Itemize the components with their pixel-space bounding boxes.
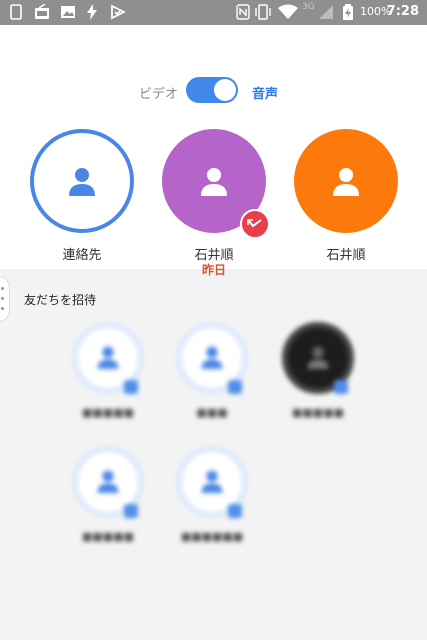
nfc-icon	[236, 4, 252, 20]
app-badge-icon	[334, 380, 348, 394]
image-notification-icon	[60, 4, 76, 20]
app-badge-icon	[124, 504, 138, 518]
network-type: 3G	[302, 2, 315, 12]
battery-charging-icon	[342, 4, 354, 20]
contacts-avatar[interactable]	[30, 129, 134, 233]
vibrate-icon	[254, 4, 271, 20]
invite-contact[interactable]: ■■■■■	[60, 446, 156, 566]
toggle-knob	[214, 79, 236, 101]
invite-name: ■■■■■■	[180, 530, 244, 543]
video-audio-toggle[interactable]	[186, 77, 238, 103]
app-badge-icon	[228, 504, 242, 518]
person-icon	[97, 470, 119, 493]
handle-dot	[1, 307, 4, 310]
missed-call-icon	[247, 219, 262, 228]
invite-contact[interactable]: ■■■■■■	[164, 446, 260, 566]
invite-name: ■■■	[196, 406, 228, 419]
invite-friends-title: 友だちを招待	[24, 293, 97, 307]
missed-call-badge	[240, 209, 270, 239]
call-panel: ビデオ 音声 連絡先 石井順 昨日 石井順	[0, 25, 427, 277]
flash-notification-icon	[86, 4, 102, 20]
radio-notification-icon	[34, 3, 50, 20]
person-icon	[201, 168, 227, 196]
person-icon	[97, 346, 119, 369]
person-icon	[69, 168, 95, 196]
audio-mode-label[interactable]: 音声	[252, 83, 278, 102]
clock: 7:28	[386, 4, 419, 19]
invite-name: ■■■■■	[292, 406, 344, 419]
app-notification-icon	[110, 4, 127, 20]
contact-name: 連絡先	[62, 248, 102, 263]
wifi-icon	[278, 4, 298, 20]
drawer-handle[interactable]	[0, 276, 10, 322]
contact-name: 石井順	[326, 248, 366, 263]
signal-icon	[318, 4, 334, 20]
app-badge-icon	[124, 380, 138, 394]
invite-contact[interactable]: ■■■■■	[270, 322, 366, 442]
profile-photo-icon	[307, 346, 329, 369]
invite-name: ■■■■■	[82, 406, 134, 419]
handle-dot	[1, 287, 4, 290]
invite-contact[interactable]: ■■■■■	[60, 322, 156, 442]
video-mode-label[interactable]: ビデオ	[139, 83, 178, 102]
app-badge-icon	[228, 380, 242, 394]
handle-dot	[1, 297, 4, 300]
contact-avatar[interactable]	[294, 129, 398, 233]
last-call-time: 昨日	[201, 263, 226, 277]
person-icon	[333, 168, 359, 196]
invite-name: ■■■■■	[82, 530, 134, 543]
invite-contact[interactable]: ■■■	[164, 322, 260, 442]
status-bar: 3G 100% 7:28	[0, 0, 427, 25]
person-icon	[201, 470, 223, 493]
person-icon	[201, 346, 223, 369]
phone-notification-icon	[10, 4, 26, 20]
